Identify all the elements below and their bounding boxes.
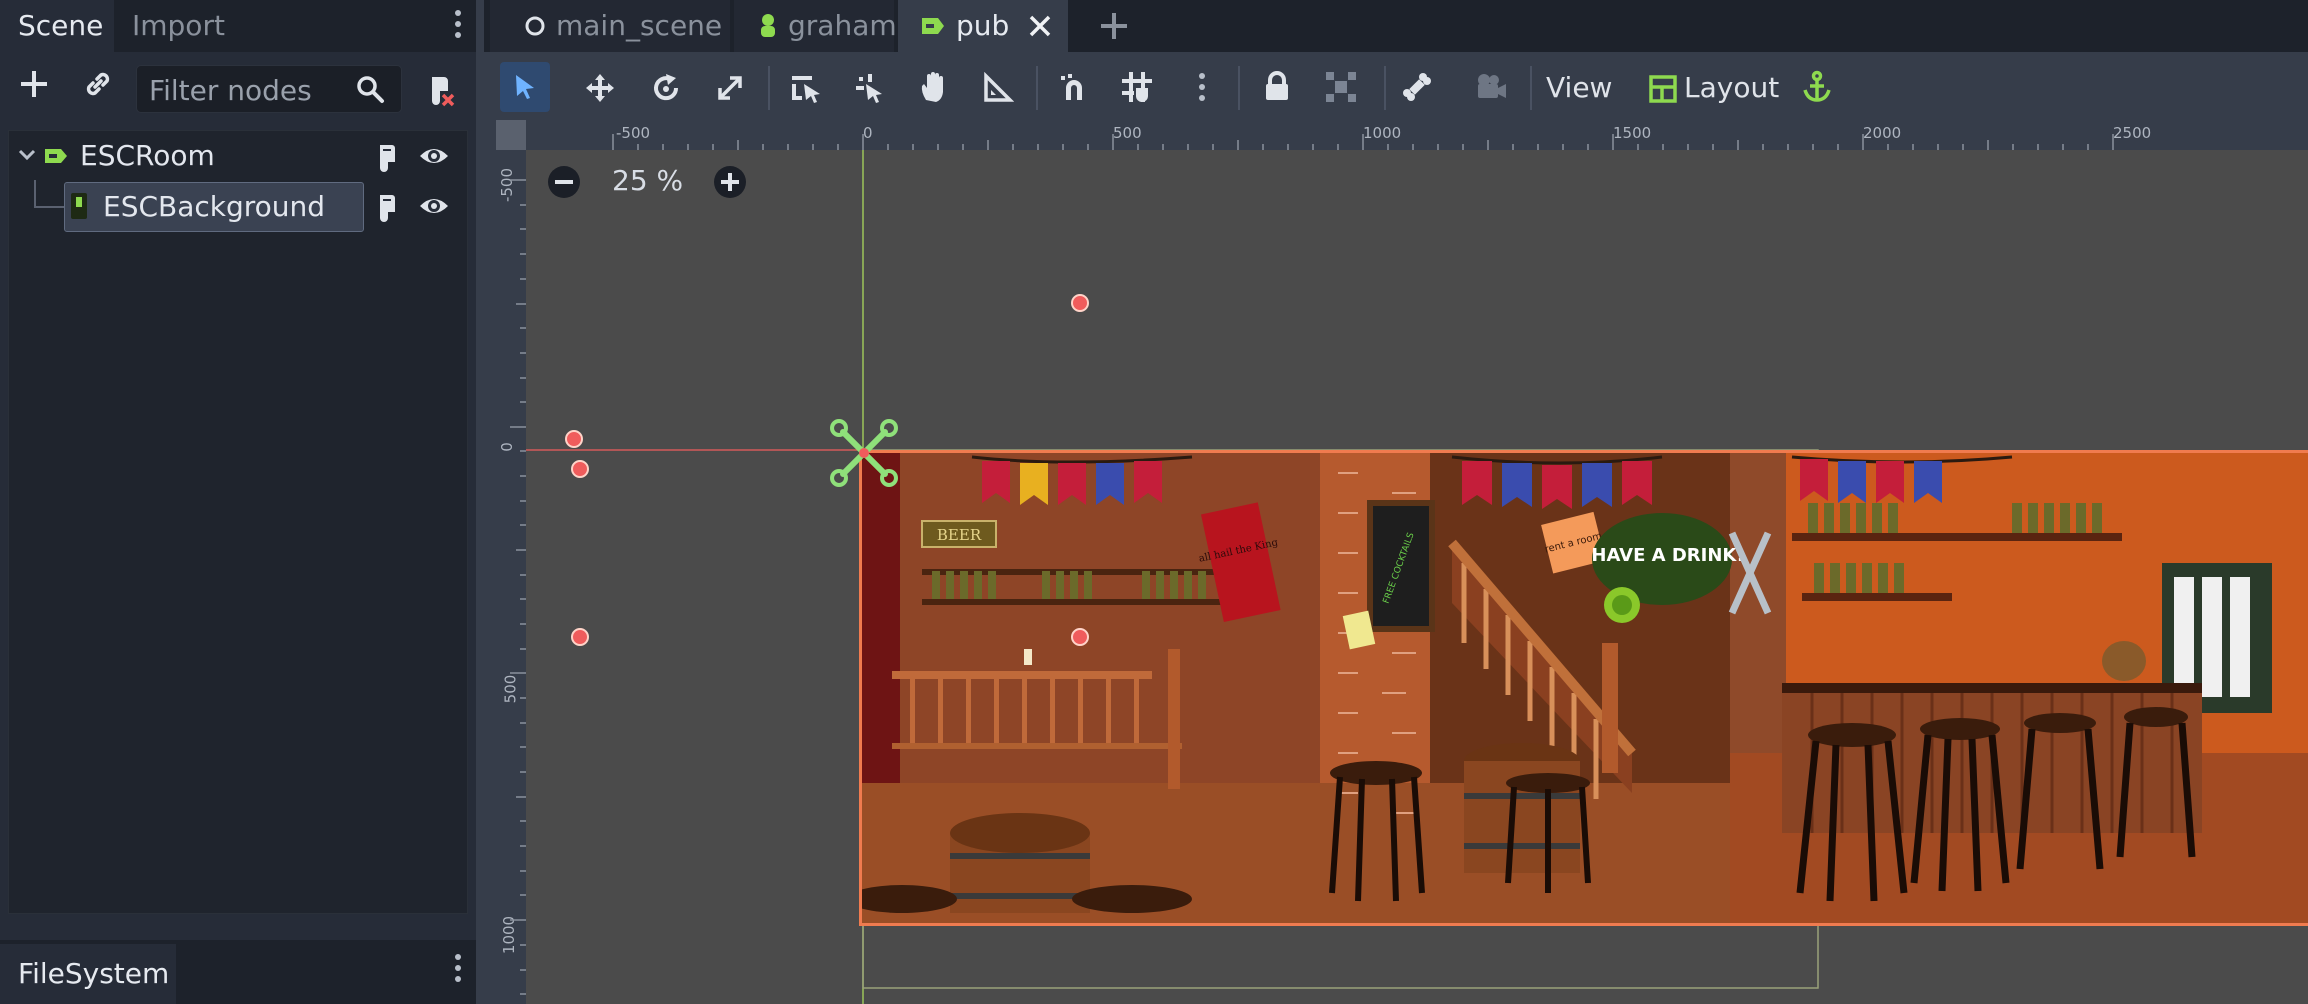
tree-connector [34,180,36,208]
script-icon[interactable] [372,192,400,222]
smart-snap-icon[interactable] [1058,72,1090,104]
tab-filesystem[interactable]: FileSystem [0,944,176,1004]
layout-label: Layout [1684,71,1780,104]
node-2d-icon [922,18,944,34]
toolbar-separator [1238,66,1240,110]
tree-label-escroom: ESCRoom [80,139,215,172]
tab-graham-label: graham [788,9,897,42]
visibility-eye-icon[interactable] [418,194,450,218]
view-menu-button[interactable]: View [1546,66,1626,110]
add-tab-icon[interactable] [1098,10,1130,42]
beer-sign-text: BEER [937,526,982,544]
layout-menu-button[interactable]: Layout [1646,66,1786,110]
filter-nodes-field[interactable] [136,65,402,113]
scene-tree [8,130,468,914]
script-icon[interactable] [372,142,400,172]
scene-dock: Scene Import ESCRoom ESCBackground FileS [0,0,476,1004]
instance-scene-button[interactable] [78,64,118,104]
anchor-icon[interactable] [1802,70,1832,104]
tree-label-escbackground: ESCBackground [103,190,326,223]
resize-handle-left[interactable] [571,460,589,478]
character-node-icon [761,14,775,37]
tree-row-escroom[interactable]: ESCRoom [14,132,454,180]
visibility-eye-icon[interactable] [418,144,450,168]
zoom-level[interactable]: 25 % [612,164,683,197]
scale-icon[interactable] [714,72,746,104]
node-circle-icon [525,16,545,36]
snap-options-icon[interactable] [1199,73,1205,106]
node-2d-icon [45,149,67,163]
resize-handle-top-left[interactable] [565,430,583,448]
tab-import[interactable]: Import [114,0,244,52]
tab-pub[interactable]: pub [898,0,1068,52]
close-icon[interactable] [1028,14,1052,38]
script-remove-icon [432,77,455,107]
resize-handle-bottom[interactable] [1071,628,1089,646]
tab-scene[interactable]: Scene [0,0,114,52]
remote-scene-button[interactable] [420,70,460,110]
dock-menu-icon[interactable] [455,10,461,43]
resize-handle-top[interactable] [1071,294,1089,312]
tree-connector-h [34,206,64,208]
canvas-toolbar [484,52,2308,120]
toolbar-separator [768,66,770,110]
select-arrow-icon [516,75,534,99]
list-select-icon[interactable] [790,72,822,104]
group-icon[interactable] [1324,70,1358,104]
tree-row-escbackground[interactable]: ESCBackground [64,182,364,232]
ruler-icon[interactable] [982,72,1014,104]
chevron-down-icon[interactable] [18,146,36,164]
add-node-button[interactable] [14,64,54,104]
tab-main-scene[interactable]: main_scene [490,0,730,52]
tab-main-scene-label: main_scene [556,9,723,42]
dock-tabs: Scene Import [0,0,476,52]
filter-nodes-input[interactable] [147,72,351,108]
zoom-in-button[interactable] [712,164,748,200]
bone-icon[interactable] [1400,70,1434,104]
pub-background-sprite[interactable]: BEER all hail the King FREE COCKTAILS re… [859,450,2308,926]
toolbar-separator [1384,66,1386,110]
move-icon[interactable] [584,72,616,104]
search-icon [357,76,384,103]
camera-override-icon[interactable] [1474,70,1508,104]
filesystem-menu-icon[interactable] [455,954,461,987]
pivot-icon[interactable] [854,72,886,104]
pub-illustration: BEER all hail the King FREE COCKTAILS re… [862,453,2308,923]
toolbar-separator [1530,66,1532,110]
scene-tabs-bar: main_scene graham pub [484,0,2308,52]
tab-graham[interactable]: graham [734,0,897,52]
resize-handle-bottom-left[interactable] [571,628,589,646]
grid-snap-icon[interactable] [1120,70,1154,104]
speech-bubble-text: HAVE A DRINK! [1591,545,1744,566]
plus-icon [21,71,47,97]
link-icon [86,72,110,96]
lock-icon[interactable] [1262,70,1292,104]
canvas-viewport[interactable]: -500 0 500 1000 1500 2000 2500 -500 0 50… [496,120,2308,1004]
toolbar-separator [1036,66,1038,110]
zoom-out-button[interactable] [546,164,582,200]
pivot-gizmo-icon[interactable] [829,418,899,488]
rotate-icon[interactable] [650,72,682,104]
pan-hand-icon[interactable] [918,70,950,104]
tab-pub-label: pub [956,9,1010,42]
sprite-node-icon [71,193,87,219]
layout-grid-icon [1649,75,1677,103]
